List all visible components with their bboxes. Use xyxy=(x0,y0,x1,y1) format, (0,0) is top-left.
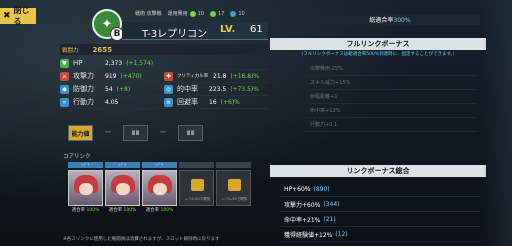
ability-slot[interactable]: ⅢⅢ xyxy=(123,125,148,141)
total-sync-rate: 総適合率300% xyxy=(300,15,480,25)
sync-rate: 100% xyxy=(123,208,137,213)
list-item: 出撃費用-25% xyxy=(306,62,476,76)
corelink-slots: ﾚﾌﾟﾘ 適合率 100% ﾚﾌﾟﾘ 適合率 100% ﾚﾌﾟﾘ 適合率 100… xyxy=(68,162,251,213)
agility-icon: » xyxy=(60,97,69,107)
slot-tab: ﾚﾌﾟﾘ xyxy=(142,162,177,168)
list-item: HP+60% (890) xyxy=(280,182,480,197)
ability-bar: 能力値 ─ ⅢⅢ ─ ⅢⅢ xyxy=(68,125,203,141)
leaf-icon xyxy=(209,10,216,17)
corelink-slot[interactable]: ﾚﾌﾟﾘ 適合率 100% xyxy=(68,162,103,213)
list-item: 射程距離+1 xyxy=(306,90,476,104)
lock-text: レベル50で開放 xyxy=(184,197,211,201)
full-link-bonus-header: フルリンクボーナス xyxy=(270,38,486,50)
full-link-bonus-list: 出撃費用-25% スキル威力+15% 射程距離+1 命中率+12% 行動力+0.… xyxy=(306,62,476,132)
list-item: 行動力+0.1 xyxy=(306,118,476,132)
close-icon: ✖ xyxy=(3,11,11,21)
ability-divider: ─ xyxy=(105,128,111,138)
slot-portrait xyxy=(105,170,140,206)
list-item: 命中率+12% xyxy=(306,104,476,118)
link-bonus-header: リンクボーナス総合 xyxy=(270,165,486,177)
stat-row: ⚔ 攻撃力 919 (+470) ✚ クリティカル率 21.8 (+16.8)% xyxy=(60,70,268,83)
slot-tab xyxy=(216,162,251,168)
slot-locked-card: レベル50で開放 xyxy=(179,170,214,206)
slot-portrait xyxy=(68,170,103,206)
stat-row: ♥ HP 2,373 (+1,574) xyxy=(60,57,268,70)
slot-tab xyxy=(179,162,214,168)
stat-chip-a: 17 xyxy=(209,10,224,17)
ability-divider: ─ xyxy=(160,128,166,138)
full-link-bonus-desc: （フルリンクボーナスは総適合率500%到達時に、固定することができます。） xyxy=(298,52,458,57)
defense-icon: ◆ xyxy=(60,84,69,94)
edge-glow xyxy=(482,0,512,246)
close-button[interactable]: ✖ 閉じる xyxy=(0,6,36,26)
slot-portrait xyxy=(142,170,177,206)
cost-icon xyxy=(189,10,196,17)
close-label: 閉じる xyxy=(13,6,30,26)
stat-chip-b: 10 xyxy=(230,10,245,17)
sync-rate: 100% xyxy=(86,208,100,213)
accuracy-icon: ◎ xyxy=(164,84,173,94)
corelink-label: コアリンク xyxy=(63,154,91,160)
stats-table: ♥ HP 2,373 (+1,574) ⚔ 攻撃力 919 (+470) ✚ ク… xyxy=(60,57,268,109)
unit-avatar: ✦ B xyxy=(92,9,124,41)
corelink-slot-locked[interactable]: レベル90で開放 xyxy=(216,162,251,213)
critical-icon: ✚ xyxy=(164,71,173,81)
unit-header-info: 戦術 攻撃機 運用費用 10 17 10 xyxy=(135,10,245,17)
slot-tab: ﾚﾌﾟﾘ xyxy=(105,162,140,168)
deploy-cost: 運用費用 10 xyxy=(167,10,204,17)
sync-rate: 100% xyxy=(160,208,174,213)
list-item: 命中率+21% (21) xyxy=(280,212,480,227)
combat-power-label: 戦闘力 xyxy=(62,47,79,54)
footnote: ※各スリンクに使用した戦闘員は消費されますが、スロット解除時に戻ります xyxy=(63,237,220,242)
slot-tab: ﾚﾌﾟﾘ xyxy=(68,162,103,168)
corelink-slot[interactable]: ﾚﾌﾟﾘ 適合率 100% xyxy=(142,162,177,213)
list-item: スキル威力+15% xyxy=(306,76,476,90)
link-bonus-list: HP+60% (890) 攻撃力+60% (344) 命中率+21% (21) … xyxy=(280,182,480,242)
unit-name-bar: T-3レプリコン LV. 61 xyxy=(122,22,268,40)
ability-slot[interactable]: ⅢⅢ xyxy=(178,125,203,141)
lock-icon xyxy=(191,179,204,191)
list-item: 攻撃力+60% (344) xyxy=(280,197,480,212)
lock-text: レベル90で開放 xyxy=(221,197,248,201)
level-value: 61 xyxy=(250,24,263,35)
lock-icon xyxy=(228,179,241,191)
combat-power: 戦闘力 2655 xyxy=(60,44,268,55)
stat-row: ◆ 防御力 54 (+8) ◎ 的中率 223.5 (+73.5)% xyxy=(60,83,268,96)
list-item: 獲得経験値+12% (12) xyxy=(280,227,480,242)
gear-icon xyxy=(230,10,237,17)
stat-row: » 行動力 4.05 ≋ 回避率 16 (+6)% xyxy=(60,96,268,109)
attack-icon: ⚔ xyxy=(60,71,69,81)
combat-power-value: 2655 xyxy=(92,45,112,54)
evasion-icon: ≋ xyxy=(164,97,173,107)
ability-active-tab[interactable]: 能力値 xyxy=(68,125,93,141)
level-label: LV. xyxy=(220,24,236,35)
hp-icon: ♥ xyxy=(60,58,69,68)
slot-locked-card: レベル90で開放 xyxy=(216,170,251,206)
corelink-slot-locked[interactable]: レベル50で開放 xyxy=(179,162,214,213)
bonus-panel: 総適合率300% フルリンクボーナス （フルリンクボーナスは総適合率500%到達… xyxy=(270,10,486,246)
unit-name: T-3レプリコン xyxy=(142,29,208,40)
unit-class: 戦術 攻撃機 xyxy=(135,11,162,17)
corelink-slot[interactable]: ﾚﾌﾟﾘ 適合率 100% xyxy=(105,162,140,213)
